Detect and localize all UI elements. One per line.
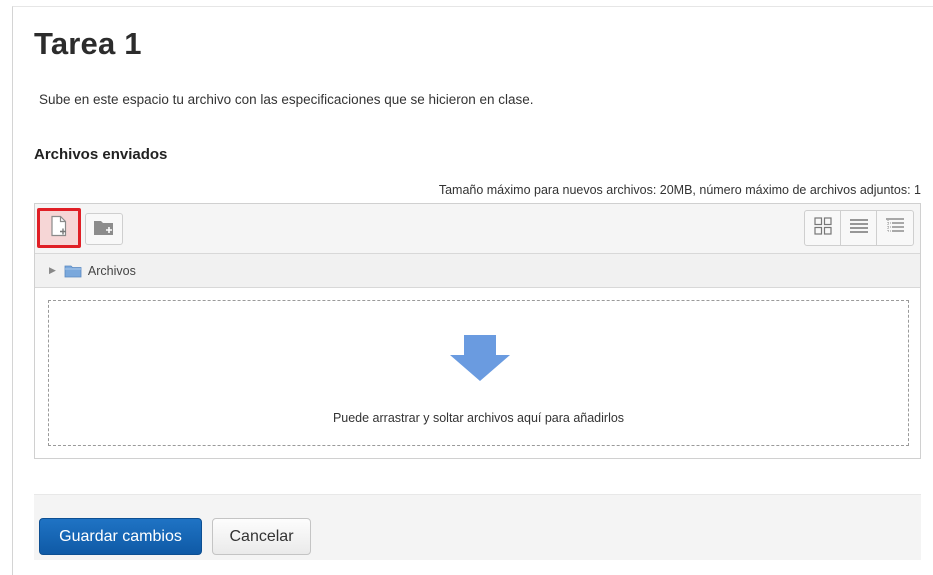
view-tree-button[interactable] bbox=[877, 211, 913, 245]
drop-arrow-icon bbox=[448, 333, 512, 388]
view-details-button[interactable] bbox=[841, 211, 877, 245]
expand-caret-icon[interactable]: ▶ bbox=[49, 265, 56, 276]
cancel-button[interactable]: Cancelar bbox=[212, 518, 311, 555]
view-details-icon bbox=[849, 218, 869, 239]
view-icons-icon bbox=[813, 216, 832, 240]
drop-zone[interactable]: Puede arrastrar y soltar archivos aquí p… bbox=[48, 300, 909, 446]
save-changes-button[interactable]: Guardar cambios bbox=[39, 518, 202, 555]
folder-label[interactable]: Archivos bbox=[88, 264, 136, 278]
form-actions: Guardar cambios Cancelar bbox=[34, 494, 921, 560]
add-file-icon bbox=[49, 215, 69, 242]
upload-limits-text: Tamaño máximo para nuevos archivos: 20MB… bbox=[438, 183, 921, 197]
file-manager-toolbar bbox=[35, 204, 920, 254]
section-title: Archivos enviados bbox=[34, 146, 168, 163]
create-folder-button[interactable] bbox=[85, 213, 123, 245]
drop-zone-message: Puede arrastrar y soltar archivos aquí p… bbox=[332, 411, 625, 425]
page-title: Tarea 1 bbox=[34, 26, 142, 61]
create-folder-icon bbox=[93, 218, 115, 241]
view-icons-button[interactable] bbox=[805, 211, 841, 245]
add-file-button[interactable] bbox=[37, 208, 81, 248]
view-tree-icon bbox=[885, 217, 905, 240]
assignment-description: Sube en este espacio tu archivo con las … bbox=[39, 92, 534, 107]
file-manager-path: ▶ Archivos bbox=[35, 254, 920, 288]
view-mode-group bbox=[804, 210, 914, 246]
folder-icon bbox=[64, 264, 82, 278]
file-manager: ▶ Archivos Puede arrastrar y soltar arch… bbox=[34, 203, 921, 459]
